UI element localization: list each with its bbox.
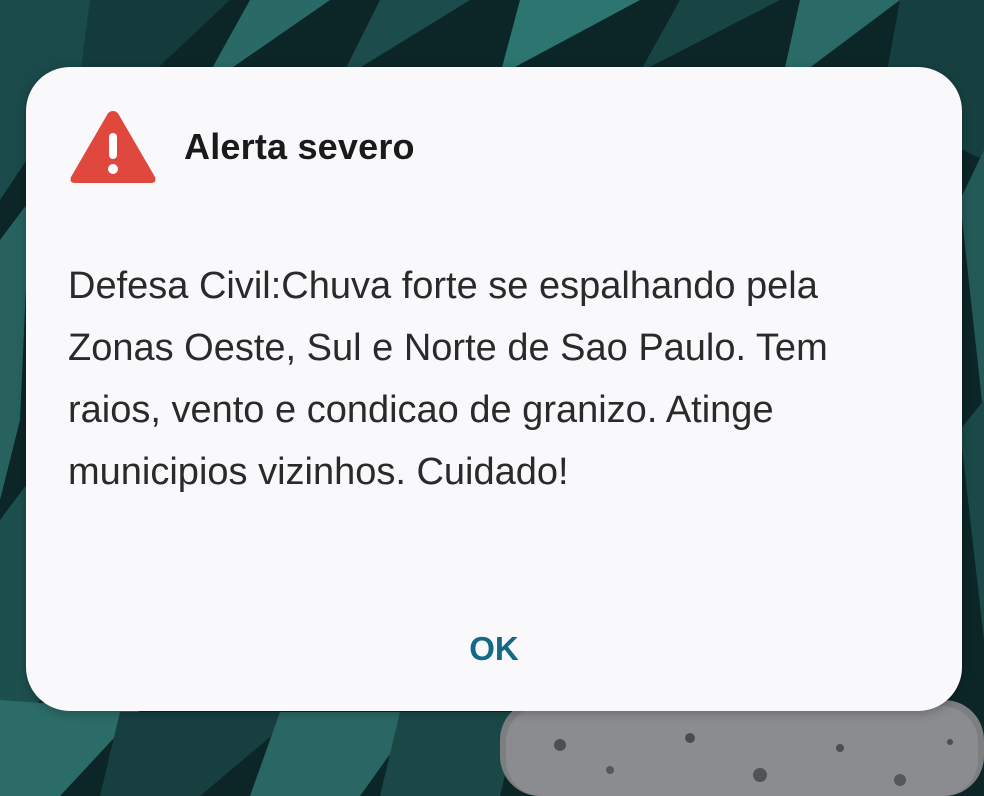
alert-message: Defesa Civil:Chuva forte se espalhando p… (68, 265, 828, 493)
dialog-header: Alerta severo (68, 107, 415, 187)
warning-triangle-icon (70, 111, 156, 183)
severe-alert-dialog: Alerta severo Defesa Civil:Chuva forte s… (26, 67, 962, 711)
dialog-title: Alerta severo (184, 126, 415, 167)
ok-button[interactable]: OK (444, 617, 544, 681)
